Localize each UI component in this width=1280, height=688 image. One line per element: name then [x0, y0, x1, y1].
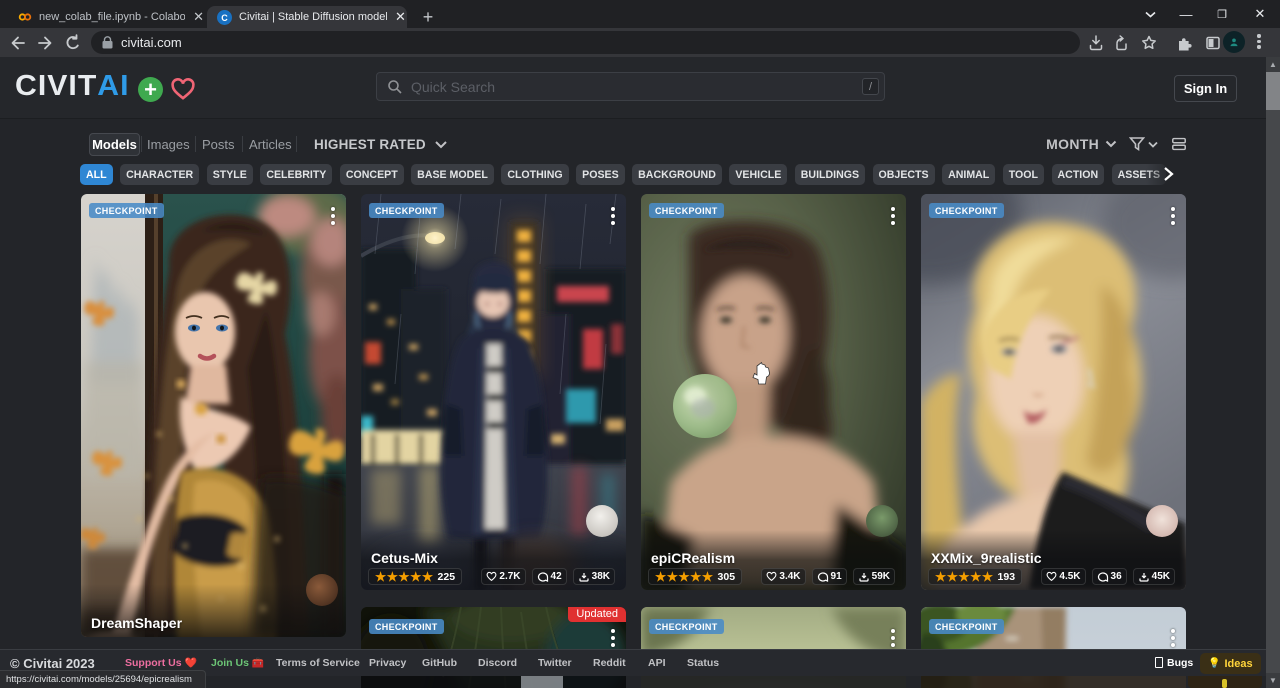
svg-text:C: C: [221, 12, 228, 22]
